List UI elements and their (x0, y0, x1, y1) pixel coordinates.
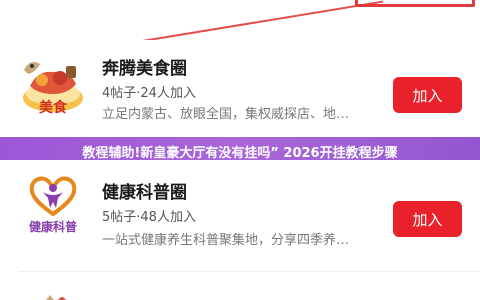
group-stats: 5帖子·48人加入 (102, 210, 196, 225)
food-logo-text: 美食 (39, 99, 68, 116)
join-button[interactable]: 加入 (393, 77, 462, 113)
group-title: 奔腾美食圈 (102, 59, 187, 79)
group-stats: 4帖子·24人加入 (102, 86, 196, 101)
group-description: 一站式健康养生科普聚集地，分享四季养… (102, 233, 350, 248)
food-logo-icon: 美食 (23, 62, 83, 116)
health-logo-icon: 健康科普 (29, 176, 77, 234)
divider (18, 271, 480, 272)
group-card-health[interactable]: 健康科普 健康科普圈 5帖子·48人加入 一站式健康养生科普聚集地，分享四季养…… (0, 160, 480, 255)
group-title: 健康科普圈 (102, 183, 187, 203)
join-button[interactable]: 加入 (393, 201, 462, 237)
next-logo-icon (46, 295, 66, 300)
group-description: 立足内蒙古、放眼全国，集权威探店、地… (102, 107, 350, 122)
health-logo-text: 健康科普 (29, 219, 77, 234)
group-card-food[interactable]: 美食 奔腾美食圈 4帖子·24人加入 立足内蒙古、放眼全国，集权威探店、地… 加… (0, 40, 480, 135)
